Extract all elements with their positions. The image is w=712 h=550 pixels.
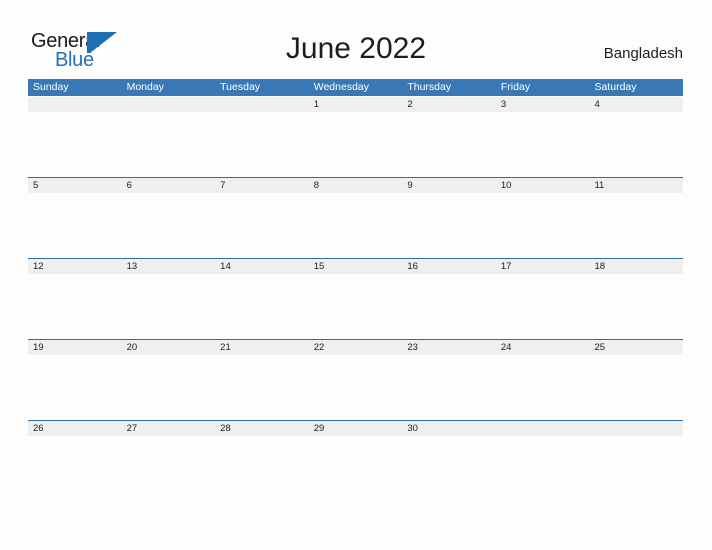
day-cell[interactable]: 22 — [309, 340, 403, 355]
day-cell[interactable]: 7 — [215, 178, 309, 193]
day-cell[interactable]: 14 — [215, 259, 309, 274]
week-row: 1 2 3 4 — [28, 96, 683, 177]
week-date-band: 12 13 14 15 16 17 18 — [28, 259, 683, 274]
week-row: 5 6 7 8 9 10 11 — [28, 177, 683, 258]
weekday-header-row: Sunday Monday Tuesday Wednesday Thursday… — [28, 79, 683, 96]
day-cell[interactable]: 12 — [28, 259, 122, 274]
day-cell[interactable]: 26 — [28, 421, 122, 436]
day-cell[interactable]: 21 — [215, 340, 309, 355]
weekday-monday: Monday — [126, 81, 164, 93]
day-cell[interactable]: 10 — [496, 178, 590, 193]
week-row: 19 20 21 22 23 24 25 — [28, 339, 683, 420]
day-cell[interactable]: 20 — [122, 340, 216, 355]
day-cell[interactable]: 4 — [589, 97, 683, 112]
day-cell[interactable]: 5 — [28, 178, 122, 193]
week-row: 26 27 28 29 30 — [28, 420, 683, 501]
day-cell[interactable] — [28, 97, 122, 112]
day-cell[interactable]: 19 — [28, 340, 122, 355]
day-cell[interactable]: 24 — [496, 340, 590, 355]
day-cell[interactable]: 17 — [496, 259, 590, 274]
region-label: Bangladesh — [603, 45, 683, 62]
day-cell[interactable] — [589, 421, 683, 436]
day-cell[interactable]: 2 — [402, 97, 496, 112]
day-cell[interactable]: 18 — [589, 259, 683, 274]
calendar-page: General Blue June 2022 Bangladesh Sunday… — [0, 0, 712, 550]
day-cell[interactable]: 3 — [496, 97, 590, 112]
day-cell[interactable] — [215, 97, 309, 112]
day-cell[interactable]: 9 — [402, 178, 496, 193]
day-cell[interactable]: 1 — [309, 97, 403, 112]
weekday-saturday: Saturday — [594, 81, 637, 93]
weekday-thursday: Thursday — [407, 81, 452, 93]
week-row: 12 13 14 15 16 17 18 — [28, 258, 683, 339]
week-date-band: 26 27 28 29 30 — [28, 421, 683, 436]
page-header: General Blue June 2022 Bangladesh — [0, 0, 712, 78]
day-cell[interactable]: 28 — [215, 421, 309, 436]
week-date-band: 5 6 7 8 9 10 11 — [28, 178, 683, 193]
day-cell[interactable] — [122, 97, 216, 112]
weekday-wednesday: Wednesday — [313, 81, 369, 93]
week-date-band: 1 2 3 4 — [28, 97, 683, 112]
day-cell[interactable]: 8 — [309, 178, 403, 193]
calendar-grid: Sunday Monday Tuesday Wednesday Thursday… — [28, 79, 683, 501]
day-cell[interactable]: 15 — [309, 259, 403, 274]
day-cell[interactable]: 27 — [122, 421, 216, 436]
day-cell[interactable]: 11 — [589, 178, 683, 193]
day-cell[interactable]: 23 — [402, 340, 496, 355]
week-date-band: 19 20 21 22 23 24 25 — [28, 340, 683, 355]
day-cell[interactable]: 13 — [122, 259, 216, 274]
day-cell[interactable]: 30 — [402, 421, 496, 436]
day-cell[interactable] — [496, 421, 590, 436]
weekday-sunday: Sunday — [33, 81, 69, 93]
day-cell[interactable]: 16 — [402, 259, 496, 274]
day-cell[interactable]: 29 — [309, 421, 403, 436]
day-cell[interactable]: 25 — [589, 340, 683, 355]
weekday-tuesday: Tuesday — [220, 81, 261, 93]
weekday-friday: Friday — [500, 81, 531, 93]
day-cell[interactable]: 6 — [122, 178, 216, 193]
